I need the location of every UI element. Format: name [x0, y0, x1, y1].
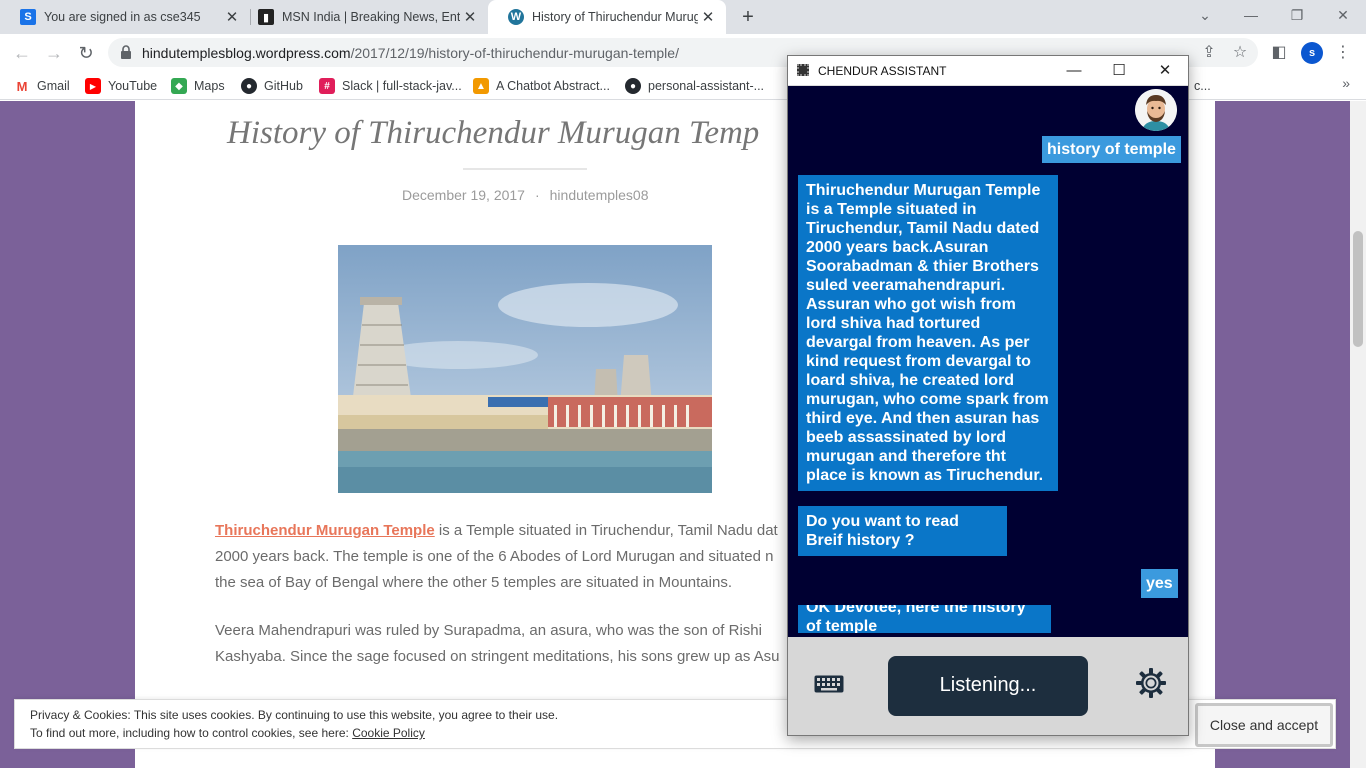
close-window-icon[interactable]: ✕ [1320, 0, 1366, 30]
tab-title: You are signed in as cse345 [44, 10, 201, 24]
paragraph-text: is a Temple situated in Tiruchendur, Tam… [434, 522, 778, 539]
cookie-more-info: To find out more, including how to contr… [30, 726, 425, 740]
user-message: history of temple [1042, 136, 1181, 163]
minimize-icon[interactable]: — [1228, 0, 1274, 30]
bookmark-partial[interactable]: c... [1194, 76, 1211, 96]
bookmark-label: c... [1194, 79, 1211, 93]
paragraph-1-line-2: 2000 years back. The temple is one of th… [215, 548, 774, 565]
bookmark-personal-assistant[interactable]: ● personal-assistant-... [625, 76, 764, 96]
assistant-controls: Listening... [788, 637, 1188, 735]
youtube-icon: ▶ [85, 78, 101, 94]
bookmark-chatbot-abstract[interactable]: ▲ A Chatbot Abstract... [473, 76, 610, 96]
temple-link[interactable]: Thiruchendur Murugan Temple [215, 522, 435, 539]
bookmark-label: Maps [194, 79, 225, 93]
menu-kebab-icon[interactable]: ⋮ [1332, 42, 1354, 64]
bookmark-label: YouTube [108, 79, 158, 93]
lock-icon [121, 45, 131, 59]
paragraph-1: Thiruchendur Murugan Temple is a Temple … [215, 518, 815, 596]
meta-separator: · [534, 187, 540, 203]
bot-message: Do you want to read Breif history ? [798, 506, 1007, 556]
user-message: yes [1141, 569, 1178, 598]
minimize-icon[interactable]: — [1059, 59, 1089, 83]
bookmark-github[interactable]: ● GitHub [241, 76, 303, 96]
post-meta: December 19, 2017 · hindutemples08 [402, 187, 649, 203]
back-arrow-icon[interactable]: ← [10, 41, 34, 65]
profile-avatar[interactable]: s [1301, 42, 1323, 64]
close-and-accept-button[interactable]: Close and accept [1195, 703, 1333, 747]
paragraph-1-line-1: Thiruchendur Murugan Temple is a Temple … [215, 518, 815, 544]
wordpress-icon: W [508, 9, 524, 25]
bookmark-star-icon[interactable]: ☆ [1229, 42, 1251, 64]
settings-gear-icon[interactable] [1136, 668, 1166, 698]
paragraph-2-line-1: Veera Mahendrapuri was ruled by Surapadm… [215, 622, 762, 639]
bookmark-youtube[interactable]: ▶ YouTube [85, 76, 157, 96]
s-square-icon: S [20, 9, 36, 25]
post-date[interactable]: December 19, 2017 [402, 187, 525, 203]
url-host: hindutemplesblog.wordpress.com [142, 45, 351, 61]
bookmarks-overflow-icon[interactable]: » [1342, 75, 1350, 91]
side-panel-icon[interactable]: ◧ [1268, 42, 1290, 64]
assistant-title: CHENDUR ASSISTANT [818, 64, 947, 78]
cookie-policy-link[interactable]: Cookie Policy [352, 726, 425, 740]
chatbot-abstract-icon: ▲ [473, 78, 489, 94]
bookmark-label: GitHub [264, 79, 303, 93]
tab-title: MSN India | Breaking News, Ente [282, 10, 460, 24]
listening-button[interactable]: Listening... [888, 656, 1088, 716]
github-icon: ● [625, 78, 641, 94]
bookmark-label: A Chatbot Abstract... [496, 79, 610, 93]
temple-photo [338, 245, 712, 493]
bot-message: Thiruchendur Murugan Temple is a Temple … [798, 175, 1058, 491]
page-scrollbar[interactable] [1350, 101, 1366, 768]
reload-icon[interactable]: ↻ [74, 41, 98, 65]
tab-search-icon[interactable]: ⌄ [1182, 0, 1228, 30]
tab-history-thiruchendur[interactable]: W History of Thiruchendur Muruga ✕ [488, 0, 726, 34]
paragraph-2: Veera Mahendrapuri was ruled by Surapadm… [215, 618, 815, 670]
new-tab-button[interactable]: + [736, 5, 760, 29]
url-text: hindutemplesblog.wordpress.com/2017/12/1… [142, 45, 679, 61]
keyboard-icon[interactable] [814, 675, 844, 693]
bookmark-maps[interactable]: ◆ Maps [171, 76, 225, 96]
github-icon: ● [241, 78, 257, 94]
tab-strip: S You are signed in as cse345 ✕ ▮ MSN In… [0, 0, 1366, 34]
scrollbar-thumb[interactable] [1353, 231, 1363, 347]
forward-arrow-icon[interactable]: → [42, 41, 66, 65]
tab-title: History of Thiruchendur Muruga [532, 10, 698, 24]
title-divider [463, 168, 587, 170]
paragraph-1-line-3: the sea of Bay of Bengal where the other… [215, 574, 732, 591]
chendur-assistant-window: CHENDUR ASSISTANT — ☐ ✕ history of templ… [787, 55, 1189, 736]
cookie-text: Privacy & Cookies: This site uses cookie… [30, 708, 559, 722]
tab-signed-in[interactable]: S You are signed in as cse345 ✕ [0, 0, 250, 34]
maps-icon: ◆ [171, 78, 187, 94]
assistant-title-bar[interactable]: CHENDUR ASSISTANT — ☐ ✕ [788, 56, 1188, 86]
close-icon[interactable]: ✕ [1150, 59, 1180, 83]
maximize-icon[interactable]: ☐ [1104, 59, 1134, 83]
assistant-avatar [1135, 89, 1177, 131]
bookmark-slack[interactable]: # Slack | full-stack-jav... [319, 76, 462, 96]
post-author[interactable]: hindutemples08 [550, 187, 649, 203]
close-icon[interactable]: ✕ [460, 8, 480, 26]
url-path: /2017/12/19/history-of-thiruchendur-muru… [350, 45, 679, 61]
bot-message: OK Devotee, here the history of temple [798, 605, 1051, 633]
post-title: History of Thiruchendur Murugan Temp [227, 115, 760, 151]
share-icon[interactable]: ⇪ [1198, 42, 1220, 64]
chip-icon [797, 64, 809, 76]
msn-icon: ▮ [258, 9, 274, 25]
close-icon[interactable]: ✕ [698, 8, 718, 26]
slack-icon: # [319, 78, 335, 94]
tab-msn[interactable]: ▮ MSN India | Breaking News, Ente ✕ [238, 0, 488, 34]
cookie-more-text: To find out more, including how to contr… [30, 726, 353, 740]
bookmark-label: Gmail [37, 79, 70, 93]
bookmark-gmail[interactable]: M Gmail [14, 76, 70, 96]
chat-area[interactable]: history of temple Thiruchendur Murugan T… [788, 87, 1188, 637]
restore-icon[interactable]: ❐ [1274, 0, 1320, 30]
gmail-icon: M [16, 78, 28, 94]
bookmark-label: Slack | full-stack-jav... [342, 79, 462, 93]
paragraph-2-line-2: Kashyaba. Since the sage focused on stri… [215, 648, 780, 665]
bookmark-label: personal-assistant-... [648, 79, 765, 93]
message-clip: OK Devotee, here the history of temple [788, 605, 1188, 633]
